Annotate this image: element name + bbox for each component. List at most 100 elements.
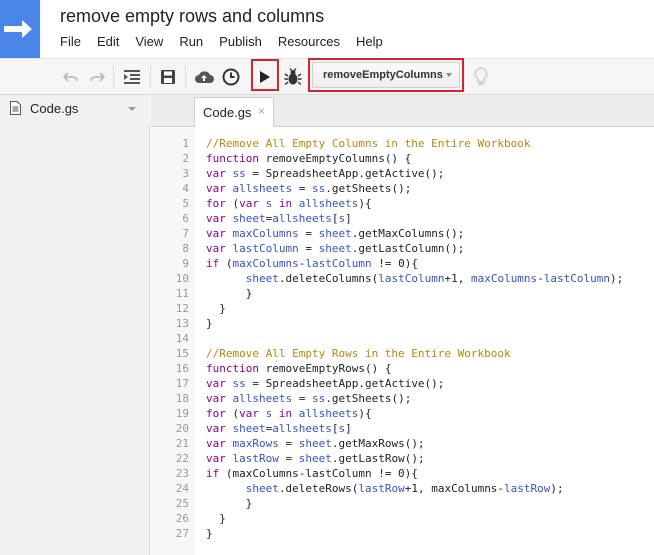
menu-resources[interactable]: Resources [278,34,340,50]
tab-code-gs[interactable]: Code.gs × [194,97,274,127]
code-token: +1, maxColumns- [404,482,505,495]
menu-edit[interactable]: Edit [97,34,119,50]
undo-button[interactable] [60,64,82,90]
code-line[interactable]: 9 if (maxColumns-lastColumn != 0){ [151,256,654,271]
debug-icon [284,68,302,86]
apps-script-logo[interactable] [0,0,40,58]
code-token: = [292,182,312,195]
close-icon[interactable]: × [258,104,265,118]
code-token: .getLastRow(); [331,452,425,465]
menu-publish[interactable]: Publish [219,34,262,50]
code-line[interactable]: 17 var ss = SpreadsheetApp.getActive(); [151,376,654,391]
code-token: var [206,422,226,435]
code-line[interactable]: 25 } [151,496,654,511]
code-line[interactable]: 24 sheet.deleteRows(lastRow+1, maxColumn… [151,481,654,496]
code-token: ] [345,422,352,435]
indent-button[interactable] [120,64,144,90]
code-line[interactable]: 6 var sheet=allsheets[s] [151,211,654,226]
clock-icon [222,68,240,86]
function-select-value: removeEmptyColumns [323,69,443,81]
file-list-item[interactable]: Code.gs [0,95,150,123]
code-text: } [206,286,253,301]
code-text: sheet.deleteColumns(lastColumn+1, maxCol… [206,271,624,286]
code-token: } [206,317,213,330]
menu-view[interactable]: View [135,34,163,50]
code-line[interactable]: 21 var maxRows = sheet.getMaxRows(); [151,436,654,451]
code-token: sheet [298,437,332,450]
code-token: ){ [358,407,372,420]
code-token: var [206,227,226,240]
code-line[interactable]: 18 var allsheets = ss.getSheets(); [151,391,654,406]
code-line[interactable]: 12 } [151,301,654,316]
line-number: 17 [175,377,189,390]
code-line[interactable]: 11 } [151,286,654,301]
line-number: 18 [175,392,189,405]
code-token: lastColumn [378,272,445,285]
code-editor[interactable]: 1 //Remove All Empty Columns in the Entir… [151,128,654,555]
code-line[interactable]: 8 var lastColumn = sheet.getLastColumn(); [151,241,654,256]
code-token: - [537,272,544,285]
code-line[interactable]: 13} [151,316,654,331]
menu-run[interactable]: Run [179,34,203,50]
line-number: 7 [182,227,189,240]
debug-button[interactable] [282,64,304,90]
code-token: lastColumn [543,272,611,285]
line-number: 9 [182,257,189,270]
code-line[interactable]: 3 var ss = SpreadsheetApp.getActive(); [151,166,654,181]
menu-help[interactable]: Help [356,34,383,50]
project-title[interactable]: remove empty rows and columns [60,6,324,27]
code-line[interactable]: 22 var lastRow = sheet.getLastRow(); [151,451,654,466]
line-number: 3 [182,167,189,180]
triggers-button[interactable] [220,64,242,90]
code-token: ] [345,212,352,225]
code-line[interactable]: 10 sheet.deleteColumns(lastColumn+1, max… [151,271,654,286]
code-text: var lastRow = sheet.getLastRow(); [206,451,425,466]
code-text: var allsheets = ss.getSheets(); [206,391,411,406]
code-token: sheet [245,482,279,495]
code-token: = [298,227,319,240]
code-line[interactable]: 4 var allsheets = ss.getSheets(); [151,181,654,196]
line-number: 2 [182,152,189,165]
code-token: ss [311,392,326,405]
code-token: = SpreadsheetApp.getActive(); [245,377,445,390]
code-line[interactable]: 7 var maxColumns = sheet.getMaxColumns(); [151,226,654,241]
code-text: var sheet=allsheets[s] [206,211,352,226]
editor-tab-bar: Code.gs × [151,95,654,127]
execution-hints-button[interactable] [470,64,492,90]
code-token: function [206,152,259,165]
save-button[interactable] [157,64,179,90]
code-line[interactable]: 19 for (var s in allsheets){ [151,406,654,421]
code-line[interactable]: 20 var sheet=allsheets[s] [151,421,654,436]
line-number: 11 [175,287,189,300]
chevron-down-icon[interactable] [128,107,136,111]
code-line[interactable]: 27} [151,526,654,541]
redo-button[interactable] [86,64,108,90]
function-select[interactable]: removeEmptyColumns [312,62,460,88]
code-token: } [206,497,253,510]
code-token: sheet [232,212,266,225]
code-line[interactable]: 1 //Remove All Empty Columns in the Entir… [151,136,654,151]
code-token: removeEmptyRows() { [258,362,392,375]
code-token: var [206,167,226,180]
run-button-highlight [251,59,279,91]
code-line[interactable]: 15 //Remove All Empty Rows in the Entire … [151,346,654,361]
menu-file[interactable]: File [60,34,81,50]
code-token: != 0){ [371,257,418,270]
code-line[interactable]: 26 } [151,511,654,526]
code-text: for (var s in allsheets){ [206,196,372,211]
line-number: 27 [175,527,189,540]
code-line[interactable]: 16 function removeEmptyRows() { [151,361,654,376]
line-number: 15 [175,347,189,360]
file-name: Code.gs [30,101,79,116]
code-line[interactable]: 5 for (var s in allsheets){ [151,196,654,211]
code-token: allsheets [272,422,332,435]
code-token: .getMaxColumns(); [351,227,465,240]
code-line[interactable]: 2 function removeEmptyColumns() { [151,151,654,166]
deploy-button[interactable] [192,64,216,90]
code-line[interactable]: 14 [151,331,654,346]
code-token: allsheets [298,197,359,210]
code-token: .getSheets(); [325,392,412,405]
code-line[interactable]: 23 if (maxColumns-lastColumn != 0){ [151,466,654,481]
